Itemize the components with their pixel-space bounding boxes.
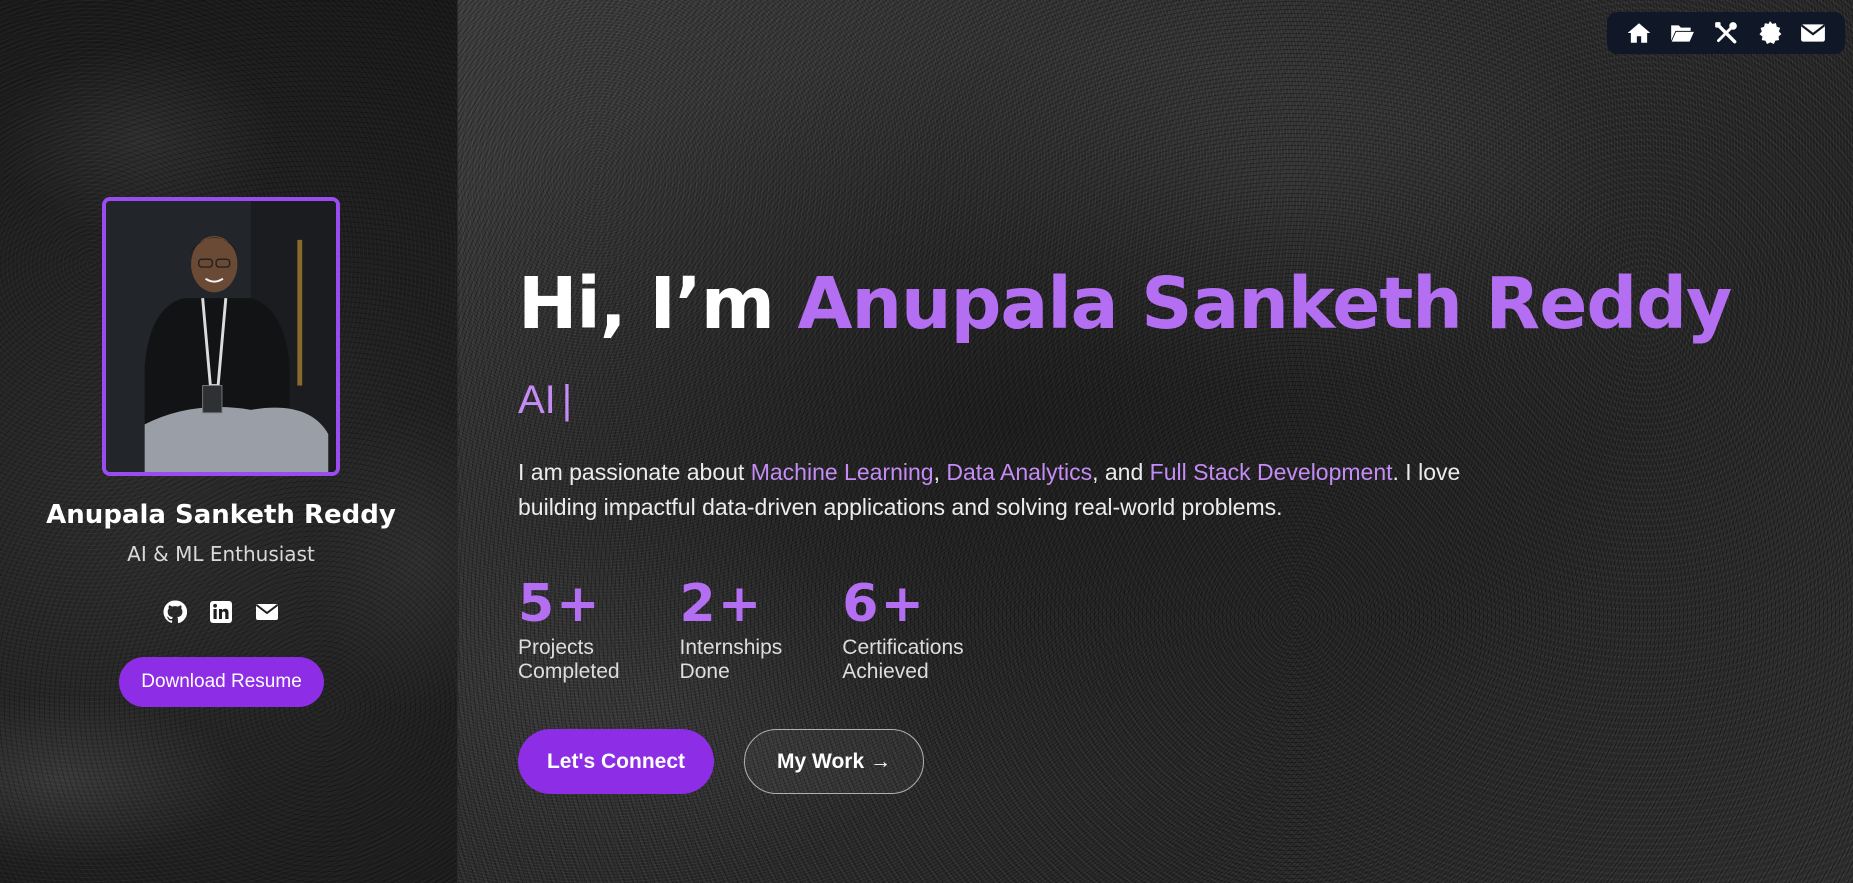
avatar xyxy=(102,197,340,476)
social-links xyxy=(0,600,442,624)
intro-text-1: I am passionate about xyxy=(518,459,751,485)
stat-value: 5+ xyxy=(518,574,602,634)
stat-label: Certifications Achieved xyxy=(842,636,964,683)
highlight-full-stack: Full Stack Development xyxy=(1149,459,1393,485)
typed-text: AI xyxy=(518,378,556,422)
github-icon[interactable] xyxy=(163,600,187,624)
stat-label: Projects Completed xyxy=(518,636,620,683)
folder-icon[interactable] xyxy=(1669,20,1695,46)
stat-internships: 2+ Internships Done xyxy=(680,578,783,684)
certificate-icon[interactable] xyxy=(1757,20,1783,46)
stat-projects: 5+ Projects Completed xyxy=(518,578,620,684)
highlight-data-analytics: Data Analytics xyxy=(946,459,1093,485)
download-resume-button[interactable]: Download Resume xyxy=(119,657,324,707)
hero-name: Anupala Sanketh Reddy xyxy=(797,262,1733,345)
mail-icon[interactable] xyxy=(255,600,279,624)
top-nav xyxy=(1607,12,1845,54)
mail-icon[interactable] xyxy=(1800,20,1826,46)
profile-role: AI & ML Enthusiast xyxy=(127,542,315,566)
stat-value: 6+ xyxy=(842,574,927,634)
avatar-photo xyxy=(106,201,336,472)
profile-sidebar: Anupala Sanketh Reddy AI & ML Enthusiast… xyxy=(0,0,458,883)
tools-icon[interactable] xyxy=(1713,20,1739,46)
stats-row: 5+ Projects Completed 2+ Internships Don… xyxy=(518,578,1024,684)
stat-certifications: 6+ Certifications Achieved xyxy=(842,578,963,684)
typed-role: AI | xyxy=(518,378,572,423)
lets-connect-button[interactable]: Let's Connect xyxy=(518,729,714,794)
intro-sep-1: , xyxy=(933,459,947,485)
portfolio-page: Anupala Sanketh Reddy AI & ML Enthusiast… xyxy=(0,0,1853,883)
intro-paragraph: I am passionate about Machine Learning , … xyxy=(518,455,1488,525)
hero-greeting: Hi, I’m xyxy=(518,262,798,345)
stat-label: Internships Done xyxy=(679,636,783,683)
typed-cursor: | xyxy=(561,378,573,422)
stat-value: 2+ xyxy=(679,574,764,634)
my-work-button[interactable]: My Work → xyxy=(744,729,924,794)
intro-sep-2: , and xyxy=(1092,459,1150,485)
home-icon[interactable] xyxy=(1626,20,1652,46)
profile-name: Anupala Sanketh Reddy xyxy=(46,500,396,530)
highlight-machine-learning: Machine Learning xyxy=(750,459,934,485)
hero-title: Hi, I’m Anupala Sanketh Reddy xyxy=(518,268,1732,339)
linkedin-icon[interactable] xyxy=(209,600,233,624)
